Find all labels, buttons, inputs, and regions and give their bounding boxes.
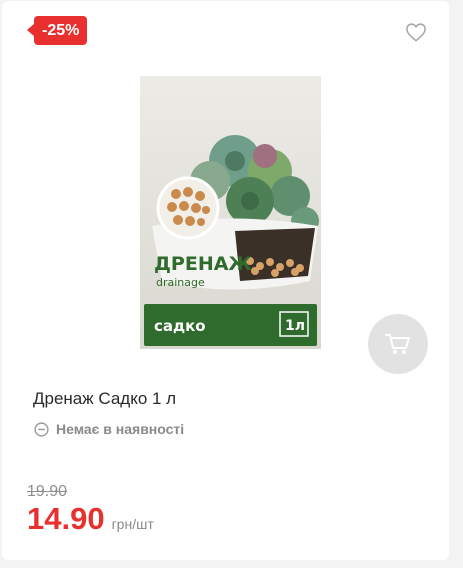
package-volume: 1л — [285, 318, 305, 334]
availability-label: Немає в наявності — [56, 421, 185, 437]
price-row: 14.90 грн/шт — [27, 501, 154, 537]
discount-label: -25% — [42, 22, 80, 39]
product-card[interactable]: -25% ДРЕНАЖ drainage садко 1л Дренаж Сад… — [2, 1, 449, 560]
package-name: ДРЕНАЖ — [154, 253, 252, 275]
cart-icon — [385, 334, 410, 354]
old-price: 19.90 — [27, 483, 68, 500]
package-subtitle: drainage — [156, 276, 205, 289]
minus-circle-icon — [34, 421, 49, 437]
package-brand: садко — [154, 317, 206, 335]
price-unit: грн/шт — [111, 516, 154, 532]
discount-badge: -25% — [26, 16, 88, 45]
heart-outline-icon — [406, 23, 426, 42]
product-image[interactable]: ДРЕНАЖ drainage садко 1л — [140, 76, 321, 349]
availability-status: Немає в наявності — [34, 421, 184, 437]
favorite-button[interactable] — [403, 19, 429, 45]
add-to-cart-button[interactable] — [368, 314, 428, 374]
current-price: 14.90 — [27, 501, 105, 536]
product-title[interactable]: Дренаж Садко 1 л — [33, 389, 176, 409]
